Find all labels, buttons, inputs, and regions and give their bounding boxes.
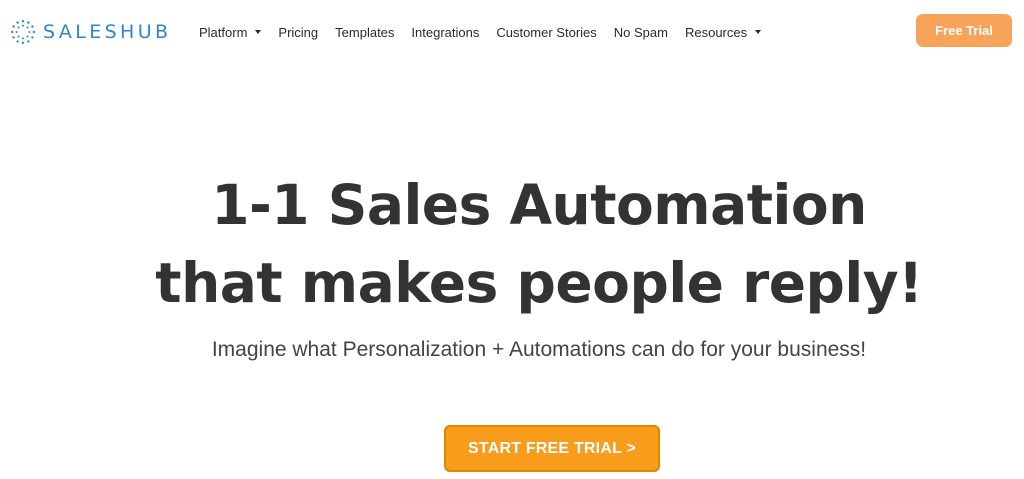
brand-name: SALESHUB [43,20,172,43]
caret-down-icon [255,30,262,34]
nav-item-label: No Spam [613,24,668,40]
nav-item-no-spam[interactable]: No Spam [614,25,668,40]
landing-page: SALESHUB Platform Pricing Templates Inte… [0,0,1024,479]
site-header: SALESHUB Platform Pricing Templates Inte… [0,0,1024,64]
hero-subtitle: Imagine what Personalization + Automatio… [211,338,867,361]
nav-item-label: Pricing [278,24,319,40]
nav-item-label: Resources [684,24,748,40]
nav-item-resources[interactable]: Resources [684,24,762,40]
nav-item-label: Templates [335,24,395,40]
hero-title: 1-1 Sales Automation that makes people r… [0,166,1024,322]
nav-item-templates[interactable]: Templates [335,25,394,40]
nav-item-label: Customer Stories [496,24,597,40]
nav-item-platform[interactable]: Platform [199,24,262,40]
brand-logo[interactable]: SALESHUB [10,18,172,46]
saleshub-burst-logo-icon [11,20,35,44]
nav-item-label: Integrations [411,24,480,40]
nav-item-customer-stories[interactable]: Customer Stories [496,25,596,40]
free-trial-button[interactable]: Free Trial [916,14,1012,47]
start-free-trial-button[interactable]: START FREE TRIAL > [444,425,660,472]
main-nav: Platform Pricing Templates Integrations … [199,22,762,42]
nav-item-integrations[interactable]: Integrations [411,25,479,40]
hero-title-line-2: that makes people reply! [155,251,923,315]
caret-down-icon [755,30,762,34]
nav-item-pricing[interactable]: Pricing [278,25,318,40]
nav-item-label: Platform [199,24,248,40]
hero-title-line-1: 1-1 Sales Automation [211,173,867,237]
